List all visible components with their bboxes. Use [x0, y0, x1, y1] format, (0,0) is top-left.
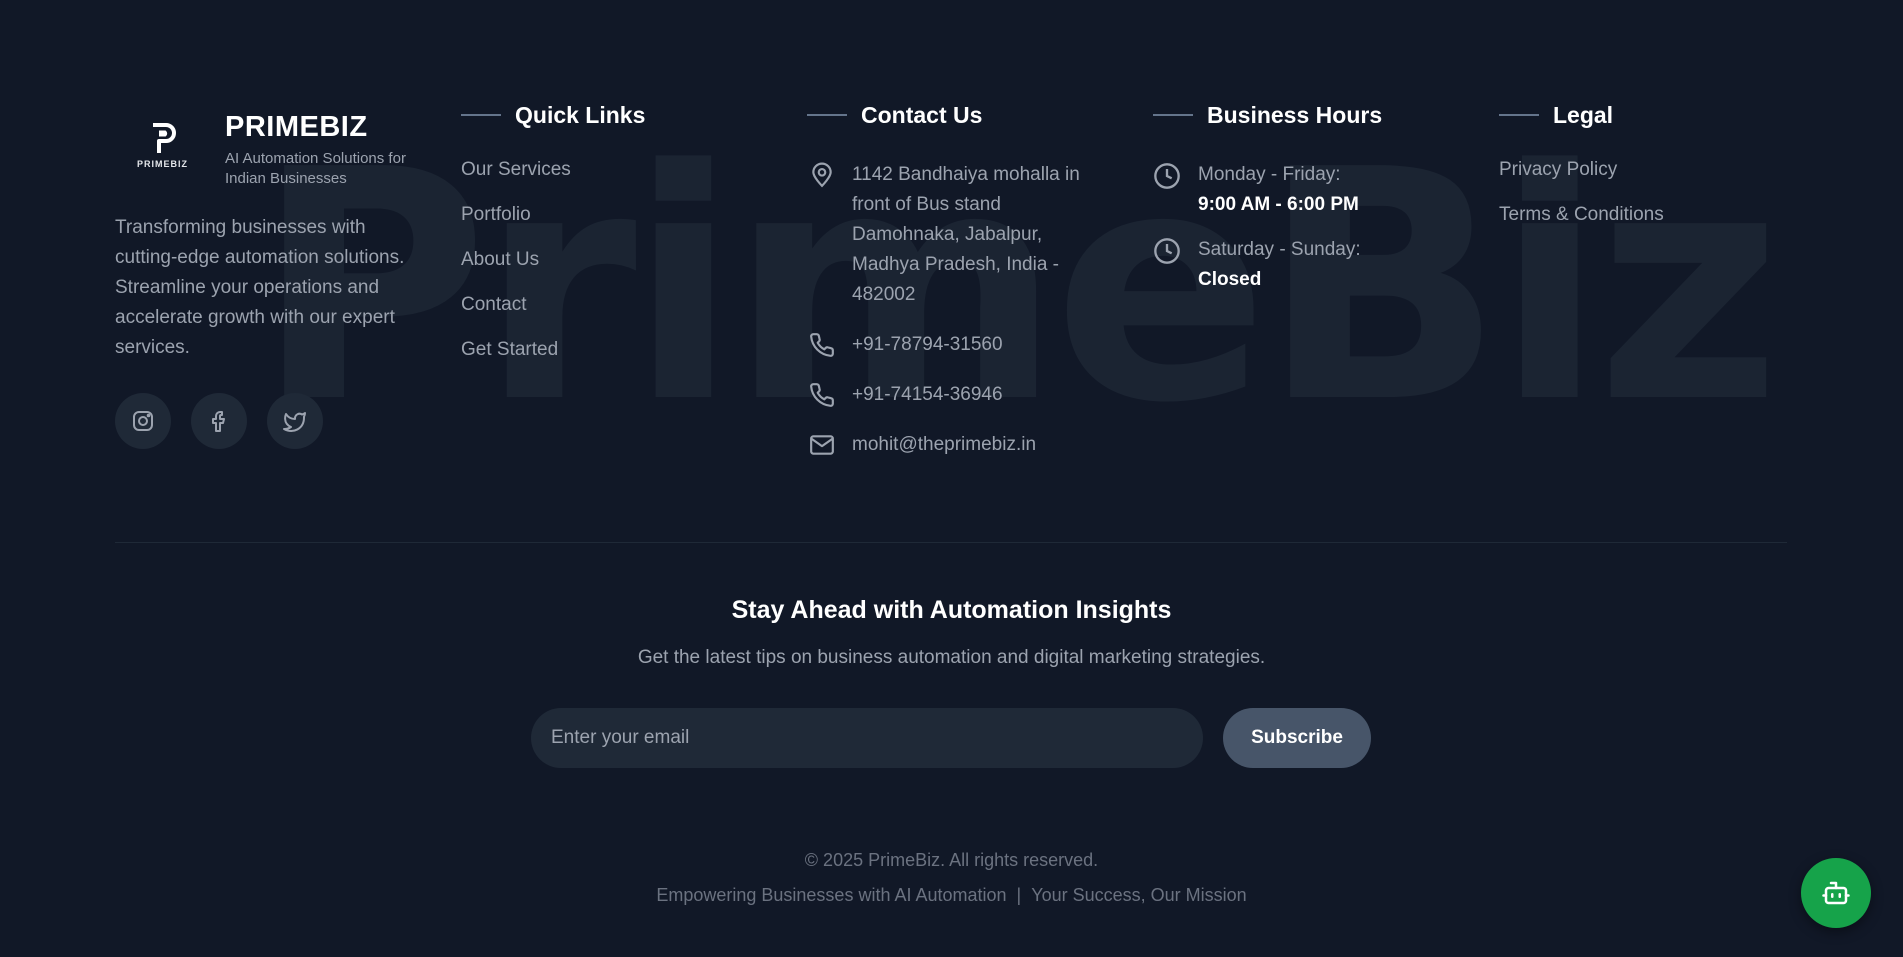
- weekday-label: Monday - Friday:: [1198, 164, 1341, 185]
- phone-icon: [810, 383, 834, 407]
- link-privacy-policy[interactable]: Privacy Policy: [1499, 158, 1664, 182]
- contact-phone-2[interactable]: +91-74154-36946: [807, 380, 1107, 410]
- brand-description: Transforming businesses with cutting-edg…: [115, 217, 405, 358]
- instagram-button[interactable]: [115, 393, 171, 449]
- link-about-us[interactable]: About Us: [461, 248, 645, 272]
- phone-icon: [810, 333, 834, 357]
- footer: PRIMEBIZ PRIMEBIZ AI Automation Solution…: [0, 0, 1903, 957]
- weekend-label: Saturday - Sunday:: [1198, 239, 1361, 260]
- address-text: 1142 Bandhaiya mohalla in front of Bus s…: [852, 164, 1080, 305]
- facebook-icon: [212, 411, 225, 432]
- logo-mark-icon: [152, 123, 176, 153]
- brand-logo[interactable]: PRIMEBIZ: [115, 114, 210, 176]
- copyright-text: © 2025 PrimeBiz. All rights reserved.: [804, 850, 1099, 870]
- legal-section: Legal Privacy Policy Terms & Conditions: [1499, 100, 1664, 248]
- contact-email[interactable]: mohit@theprimebiz.in: [807, 430, 1107, 460]
- mission-separator: |: [1016, 885, 1022, 905]
- brand-tagline: AI Automation Solutions for Indian Busin…: [225, 150, 406, 187]
- newsletter-title: Stay Ahead with Automation Insights: [731, 596, 1172, 624]
- heading-accent-bar: [1499, 114, 1539, 116]
- heading-accent-bar: [461, 114, 501, 116]
- phone-1-text: +91-78794-31560: [852, 334, 1003, 355]
- clock-icon: [1154, 163, 1180, 189]
- link-portfolio[interactable]: Portfolio: [461, 203, 645, 227]
- contact-address: 1142 Bandhaiya mohalla in front of Bus s…: [807, 160, 1107, 310]
- quick-links-title: Quick Links: [515, 101, 646, 128]
- brand-name: PRIMEBIZ: [225, 111, 368, 143]
- social-links: [115, 393, 415, 449]
- heading-accent-bar: [807, 114, 847, 116]
- twitter-button[interactable]: [267, 393, 323, 449]
- hours-weekend: Saturday - Sunday: Closed: [1153, 235, 1453, 295]
- phone-2-text: +91-74154-36946: [852, 384, 1003, 405]
- newsletter-section: Stay Ahead with Automation Insights Get …: [0, 596, 1903, 768]
- email-text: mohit@theprimebiz.in: [852, 434, 1037, 455]
- weekday-hours: 9:00 AM - 6:00 PM: [1198, 194, 1359, 215]
- clock-icon: [1154, 238, 1180, 264]
- heading-accent-bar: [1153, 114, 1193, 116]
- contact-section: Contact Us 1142 Bandhaiya mohalla in fro…: [807, 100, 1107, 460]
- contact-title: Contact Us: [861, 101, 983, 128]
- legal-links-list: Privacy Policy Terms & Conditions: [1499, 158, 1664, 227]
- bot-icon: [1822, 881, 1850, 905]
- mission-line: Empowering Businesses with AI Automation…: [0, 885, 1903, 906]
- chatbot-button[interactable]: [1801, 858, 1871, 928]
- quick-links-list: Our Services Portfolio About Us Contact …: [461, 158, 645, 362]
- link-terms-conditions[interactable]: Terms & Conditions: [1499, 203, 1664, 227]
- link-our-services[interactable]: Our Services: [461, 158, 645, 182]
- instagram-icon: [133, 411, 153, 431]
- brand-section: PRIMEBIZ PRIMEBIZ AI Automation Solution…: [115, 112, 415, 449]
- subscribe-button[interactable]: Subscribe: [1223, 708, 1371, 768]
- link-get-started[interactable]: Get Started: [461, 338, 645, 362]
- email-input[interactable]: [531, 708, 1203, 768]
- legal-title: Legal: [1553, 101, 1614, 128]
- quick-links-section: Quick Links Our Services Portfolio About…: [461, 100, 645, 383]
- business-hours-section: Business Hours Monday - Friday: 9:00 AM …: [1153, 100, 1453, 295]
- mail-icon: [810, 435, 834, 455]
- facebook-button[interactable]: [191, 393, 247, 449]
- newsletter-subtitle: Get the latest tips on business automati…: [637, 647, 1266, 668]
- map-pin-icon: [812, 162, 832, 188]
- mission-left: Empowering Businesses with AI Automation: [656, 885, 1007, 905]
- twitter-icon: [283, 412, 306, 432]
- business-hours-title: Business Hours: [1207, 101, 1383, 128]
- link-contact[interactable]: Contact: [461, 293, 645, 317]
- mission-right: Your Success, Our Mission: [1031, 885, 1247, 905]
- logo-wordmark: PRIMEBIZ: [136, 159, 188, 169]
- contact-phone-1[interactable]: +91-78794-31560: [807, 330, 1107, 360]
- newsletter-form: Subscribe: [531, 708, 1371, 768]
- hours-weekday: Monday - Friday: 9:00 AM - 6:00 PM: [1153, 160, 1453, 220]
- footer-divider: [115, 542, 1787, 543]
- weekend-hours: Closed: [1198, 269, 1262, 290]
